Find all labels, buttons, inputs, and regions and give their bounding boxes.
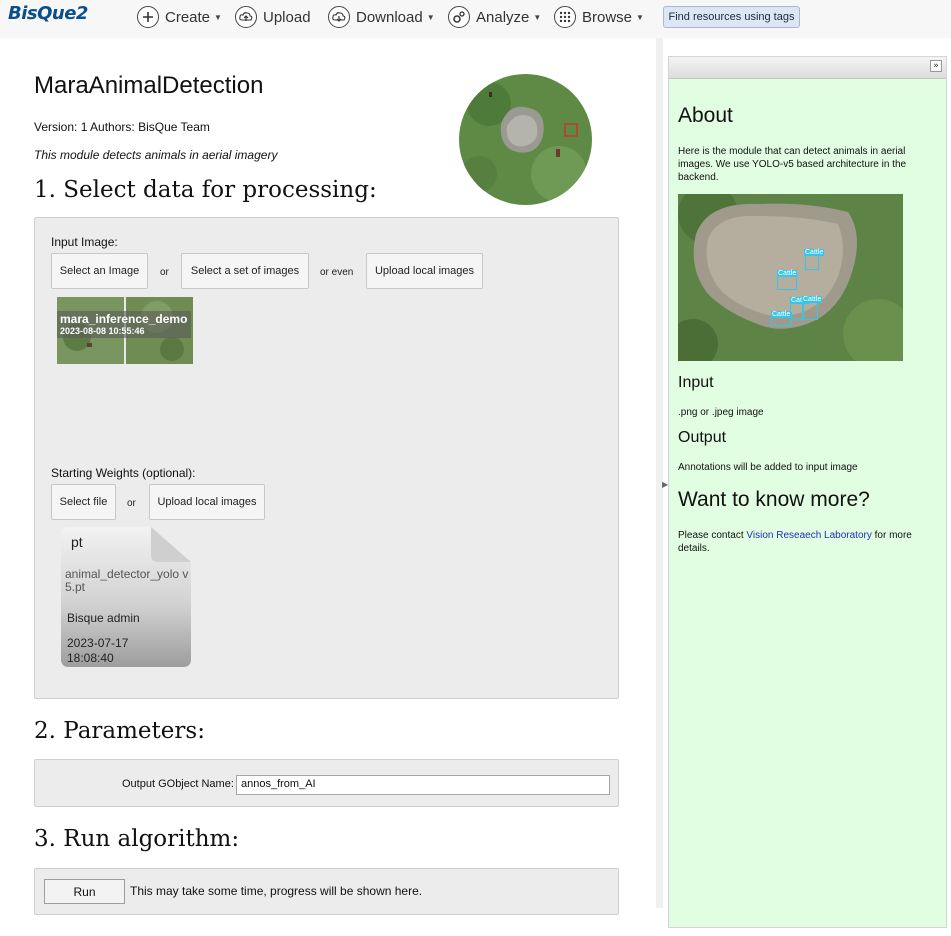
thumbnail-date: 2023-08-08 10:55:46 bbox=[60, 326, 145, 336]
grid-icon bbox=[554, 6, 576, 28]
detection-label: Cattle bbox=[804, 249, 825, 256]
detection-label: Cattle bbox=[802, 296, 823, 303]
browse-label: Browse bbox=[582, 8, 633, 26]
weights-file-card[interactable]: pt animal_detector_yolo v5.pt Bisque adm… bbox=[61, 527, 191, 667]
or-even-text: or even bbox=[320, 267, 354, 278]
thumbnail-caption: mara_inference_demo 2023-08-08 10:55:46 bbox=[57, 311, 192, 338]
upload-cloud-icon bbox=[235, 6, 257, 28]
output-text: Annotations will be added to input image bbox=[678, 462, 858, 473]
module-hero-image bbox=[459, 74, 592, 205]
select-image-set-button[interactable]: Select a set of images bbox=[181, 253, 309, 289]
output-gobject-label: Output GObject Name: bbox=[122, 778, 234, 790]
detection-label: Cattle bbox=[771, 311, 792, 318]
analyze-label: Analyze bbox=[476, 8, 530, 26]
input-image-label: Input Image: bbox=[51, 235, 118, 249]
contact-text: Please contact Vision Reseaech Laborator… bbox=[678, 529, 934, 555]
detection-example-image: Cattle Cattle Cattle Cattle Cattle bbox=[678, 194, 903, 361]
side-panel-header: » bbox=[669, 57, 946, 79]
create-label: Create bbox=[165, 8, 211, 26]
app-logo[interactable]: BisQue2 bbox=[8, 3, 88, 24]
upload-local-images-button[interactable]: Upload local images bbox=[366, 253, 483, 289]
about-side-panel: » About Here is the module that can dete… bbox=[668, 56, 947, 928]
module-meta: Version: 1 Authors: BisQue Team bbox=[34, 120, 210, 134]
upload-button[interactable]: Upload bbox=[235, 4, 311, 30]
select-file-button[interactable]: Select file bbox=[51, 484, 116, 520]
collapse-double-chevron-icon[interactable]: » bbox=[930, 60, 942, 72]
plus-circle-icon bbox=[137, 6, 159, 28]
file-owner: Bisque admin bbox=[67, 611, 140, 625]
browse-menu[interactable]: Browse ▼ bbox=[554, 4, 644, 30]
input-text: .png or .jpeg image bbox=[678, 407, 764, 418]
file-name: animal_detector_yolo v5.pt bbox=[65, 567, 189, 594]
parameters-panel: Output GObject Name: annos_from_AI bbox=[34, 759, 619, 807]
top-navbar: BisQue2 Create ▼ Upload Download ▼ Analy… bbox=[0, 0, 951, 38]
file-date: 2023-07-17 18:08:40 bbox=[67, 636, 128, 666]
upload-weights-button[interactable]: Upload local images bbox=[149, 484, 265, 520]
more-title: Want to know more? bbox=[678, 488, 870, 511]
step2-heading: 2. Parameters: bbox=[34, 718, 205, 744]
analyze-menu[interactable]: Analyze ▼ bbox=[448, 4, 541, 30]
or-text: or bbox=[160, 267, 169, 278]
module-main: MaraAnimalDetection Version: 1 Authors: … bbox=[0, 38, 656, 936]
create-menu[interactable]: Create ▼ bbox=[137, 4, 222, 30]
output-title: Output bbox=[678, 429, 727, 446]
chevron-down-icon: ▼ bbox=[214, 12, 222, 22]
contact-prefix: Please contact bbox=[678, 530, 744, 541]
download-menu[interactable]: Download ▼ bbox=[328, 4, 435, 30]
output-gobject-name-input[interactable]: annos_from_AI bbox=[236, 775, 610, 795]
about-title: About bbox=[678, 104, 733, 127]
gears-icon bbox=[448, 6, 470, 28]
chevron-down-icon: ▼ bbox=[636, 12, 644, 22]
file-date-day: 2023-07-17 bbox=[67, 636, 129, 650]
run-button[interactable]: Run bbox=[44, 879, 125, 904]
chevron-down-icon: ▼ bbox=[533, 12, 542, 22]
file-extension: pt bbox=[71, 534, 83, 550]
thumbnail-name: mara_inference_demo bbox=[60, 312, 188, 326]
vision-lab-link[interactable]: Vision Reseaech Laboratory bbox=[746, 530, 871, 541]
step3-heading: 3. Run algorithm: bbox=[34, 826, 240, 852]
download-cloud-icon bbox=[328, 6, 350, 28]
data-selection-panel: Input Image: Select an Image or Select a… bbox=[34, 217, 619, 699]
chevron-down-icon: ▼ bbox=[426, 12, 435, 22]
input-title: Input bbox=[678, 374, 714, 391]
detection-label: Cattle bbox=[777, 270, 798, 277]
splitter-arrow-icon[interactable]: ▶ bbox=[662, 480, 668, 494]
module-title: MaraAnimalDetection bbox=[34, 72, 264, 99]
or-text: or bbox=[127, 498, 136, 509]
download-label: Download bbox=[356, 8, 423, 26]
run-status-message: This may take some time, progress will b… bbox=[130, 884, 423, 898]
selected-image-thumbnail[interactable]: mara_inference_demo 2023-08-08 10:55:46 bbox=[57, 297, 193, 364]
file-date-time: 18:08:40 bbox=[67, 651, 114, 665]
about-text: Here is the module that can detect anima… bbox=[678, 146, 907, 183]
starting-weights-label: Starting Weights (optional): bbox=[51, 466, 196, 480]
panel-splitter[interactable] bbox=[656, 38, 663, 908]
select-image-button[interactable]: Select an Image bbox=[51, 253, 148, 289]
upload-label: Upload bbox=[263, 8, 311, 26]
module-description: This module detects animals in aerial im… bbox=[34, 148, 278, 162]
step1-heading: 1. Select data for processing: bbox=[34, 177, 377, 203]
tag-search-input[interactable]: Find resources using tags bbox=[663, 6, 800, 28]
run-panel: Run This may take some time, progress wi… bbox=[34, 868, 619, 915]
